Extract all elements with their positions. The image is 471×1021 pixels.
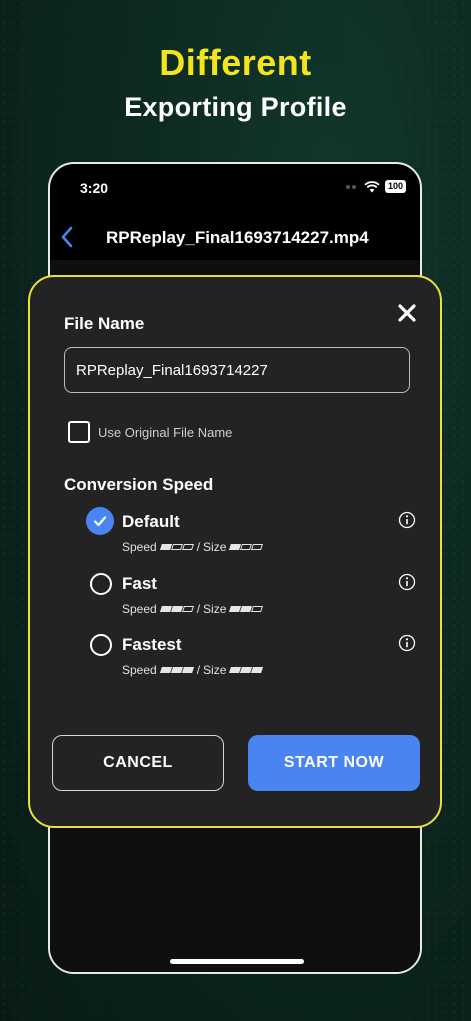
home-indicator[interactable] [170, 959, 304, 964]
level-bar-empty [251, 544, 264, 550]
option-default[interactable]: Default Speed / Size [86, 507, 416, 559]
level-bar-empty [170, 544, 183, 550]
use-original-label: Use Original File Name [98, 425, 233, 440]
speed-label: Speed [122, 663, 157, 677]
level-bar-empty [251, 606, 264, 612]
option-name: Fast [122, 574, 157, 593]
speed-level-bars [159, 606, 194, 612]
speed-label: Speed [122, 540, 157, 554]
level-bar-empty [181, 544, 194, 550]
speed-level-bars [159, 667, 194, 673]
level-bar-filled [159, 544, 172, 550]
battery-icon: 100 [384, 180, 406, 193]
option-meta: Speed / Size [122, 602, 264, 616]
level-bar-filled [170, 606, 183, 612]
level-bar-filled [170, 667, 183, 673]
radio-fastest[interactable] [90, 634, 112, 656]
speed-level-bars [159, 544, 194, 550]
status-time: 3:20 [80, 180, 109, 196]
level-bar-filled [159, 667, 172, 673]
export-dialog: File Name Use Original File Name Convers… [28, 275, 442, 828]
level-bar-filled [159, 606, 172, 612]
signal-dots-icon [345, 184, 356, 189]
file-name-input[interactable] [64, 347, 410, 393]
option-meta: Speed / Size [122, 663, 264, 677]
size-label: Size [203, 663, 227, 677]
start-now-button[interactable]: START NOW [248, 735, 420, 791]
wifi-icon [364, 180, 380, 192]
info-icon[interactable] [398, 634, 416, 652]
status-icons: 100 [345, 180, 406, 193]
size-level-bars [229, 544, 264, 550]
promo-headline: Different [159, 42, 312, 83]
option-meta: Speed / Size [122, 540, 264, 554]
conversion-speed-label: Conversion Speed [64, 475, 214, 494]
separator: / [196, 540, 201, 554]
option-name: Default [122, 512, 180, 531]
size-label: Size [203, 540, 227, 554]
size-label: Size [203, 602, 227, 616]
option-fast[interactable]: Fast Speed / Size [86, 571, 416, 621]
size-level-bars [229, 606, 264, 612]
radio-default[interactable] [86, 507, 114, 535]
option-fastest[interactable]: Fastest Speed / Size [86, 632, 416, 682]
chevron-left-icon[interactable] [58, 224, 78, 250]
checkmark-icon [93, 516, 107, 527]
separator: / [196, 663, 201, 677]
cancel-button[interactable]: CANCEL [52, 735, 224, 791]
level-bar-filled [181, 667, 194, 673]
file-name-label: File Name [64, 314, 145, 333]
info-icon[interactable] [398, 511, 416, 529]
info-icon[interactable] [398, 573, 416, 591]
speed-label: Speed [122, 602, 157, 616]
level-bar-empty [181, 606, 194, 612]
radio-fast[interactable] [90, 573, 112, 595]
close-icon[interactable] [396, 302, 418, 324]
nav-title: RPReplay_Final1693714227.mp4 [106, 228, 369, 247]
size-level-bars [229, 667, 264, 673]
use-original-checkbox[interactable] [68, 421, 90, 443]
option-name: Fastest [122, 635, 182, 654]
separator: / [196, 602, 201, 616]
level-bar-filled [251, 667, 264, 673]
promo-subheadline: Exporting Profile [124, 92, 347, 122]
